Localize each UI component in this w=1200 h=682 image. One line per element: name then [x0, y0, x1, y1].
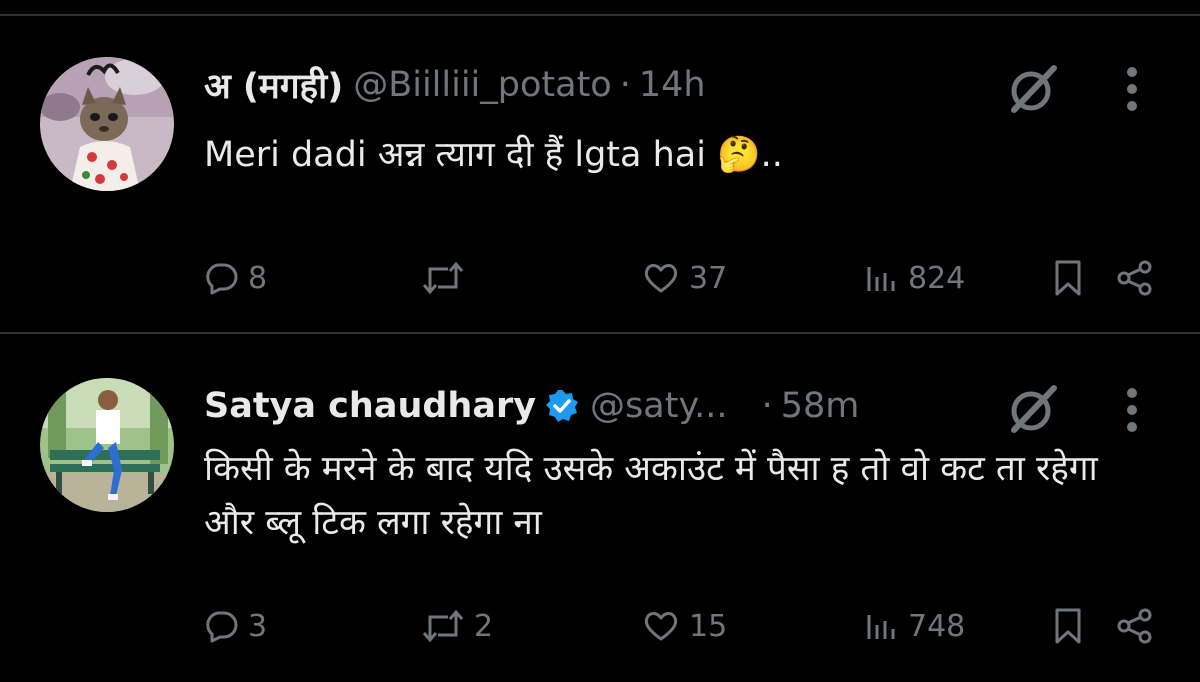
views-button[interactable]: 824	[864, 256, 965, 300]
bookmark-icon	[1055, 608, 1081, 644]
repost-button[interactable]	[422, 256, 474, 300]
repost-button[interactable]: 2	[422, 604, 493, 648]
share-icon	[1117, 608, 1152, 644]
like-button[interactable]: 37	[643, 256, 727, 300]
heart-icon	[644, 264, 678, 293]
share-button[interactable]	[1116, 256, 1154, 300]
timestamp[interactable]: 58m	[781, 386, 860, 426]
reply-icon	[206, 611, 238, 643]
repost-count: 2	[474, 608, 494, 644]
repost-icon	[422, 609, 464, 643]
reply-count: 3	[248, 608, 268, 644]
display-name[interactable]: Satya chaudhary	[204, 386, 536, 426]
timestamp[interactable]: 14h	[639, 65, 706, 105]
grok-icon[interactable]	[1004, 380, 1062, 438]
user-handle[interactable]: @Biilliii_potato	[353, 65, 612, 105]
tweet-text: किसी के मरने के बाद यदि उसके अकाउंट में …	[204, 449, 1098, 543]
user-handle[interactable]: @saty...	[590, 386, 728, 426]
verified-badge-icon	[544, 388, 580, 424]
avatar[interactable]	[40, 57, 174, 191]
like-count: 15	[689, 608, 728, 644]
repost-icon	[422, 261, 464, 295]
tweet-header: Satya chaudhary @saty... · 58m	[204, 381, 859, 431]
like-button[interactable]: 15	[643, 604, 727, 648]
analytics-icon	[867, 267, 895, 291]
views-button[interactable]: 748	[864, 604, 965, 648]
view-count: 748	[908, 608, 966, 644]
analytics-icon	[867, 615, 895, 639]
reply-button[interactable]: 3	[204, 604, 267, 648]
tweet-actions: 8 37 824	[0, 256, 1200, 300]
reply-icon	[206, 263, 238, 295]
grok-icon[interactable]	[1004, 60, 1062, 118]
bookmark-button[interactable]	[1052, 604, 1084, 648]
share-icon	[1117, 260, 1152, 296]
more-options-icon[interactable]	[1112, 64, 1152, 114]
tweet-text: Meri dadi अन्न त्याग दी हैं lgta hai 🤔..	[204, 135, 783, 175]
reply-count: 8	[248, 260, 268, 296]
tweet-header: अ (मगही) @Biilliii_potato · 14h	[204, 60, 706, 110]
bookmark-button[interactable]	[1052, 256, 1084, 300]
separator: ·	[619, 65, 631, 105]
heart-icon	[644, 612, 678, 641]
view-count: 824	[908, 260, 966, 296]
divider	[0, 14, 1200, 16]
display-name[interactable]: अ (मगही)	[204, 62, 343, 109]
divider	[0, 332, 1200, 334]
reply-button[interactable]: 8	[204, 256, 267, 300]
timeline-feed: अ (मगही) @Biilliii_potato · 14h Meri dad…	[0, 0, 1200, 682]
avatar[interactable]	[40, 378, 174, 512]
separator: ·	[761, 386, 773, 426]
tweet-actions: 3 2 15 748	[0, 604, 1200, 648]
share-button[interactable]	[1116, 604, 1154, 648]
more-options-icon[interactable]	[1112, 385, 1152, 435]
bookmark-icon	[1055, 260, 1081, 296]
like-count: 37	[689, 260, 728, 296]
